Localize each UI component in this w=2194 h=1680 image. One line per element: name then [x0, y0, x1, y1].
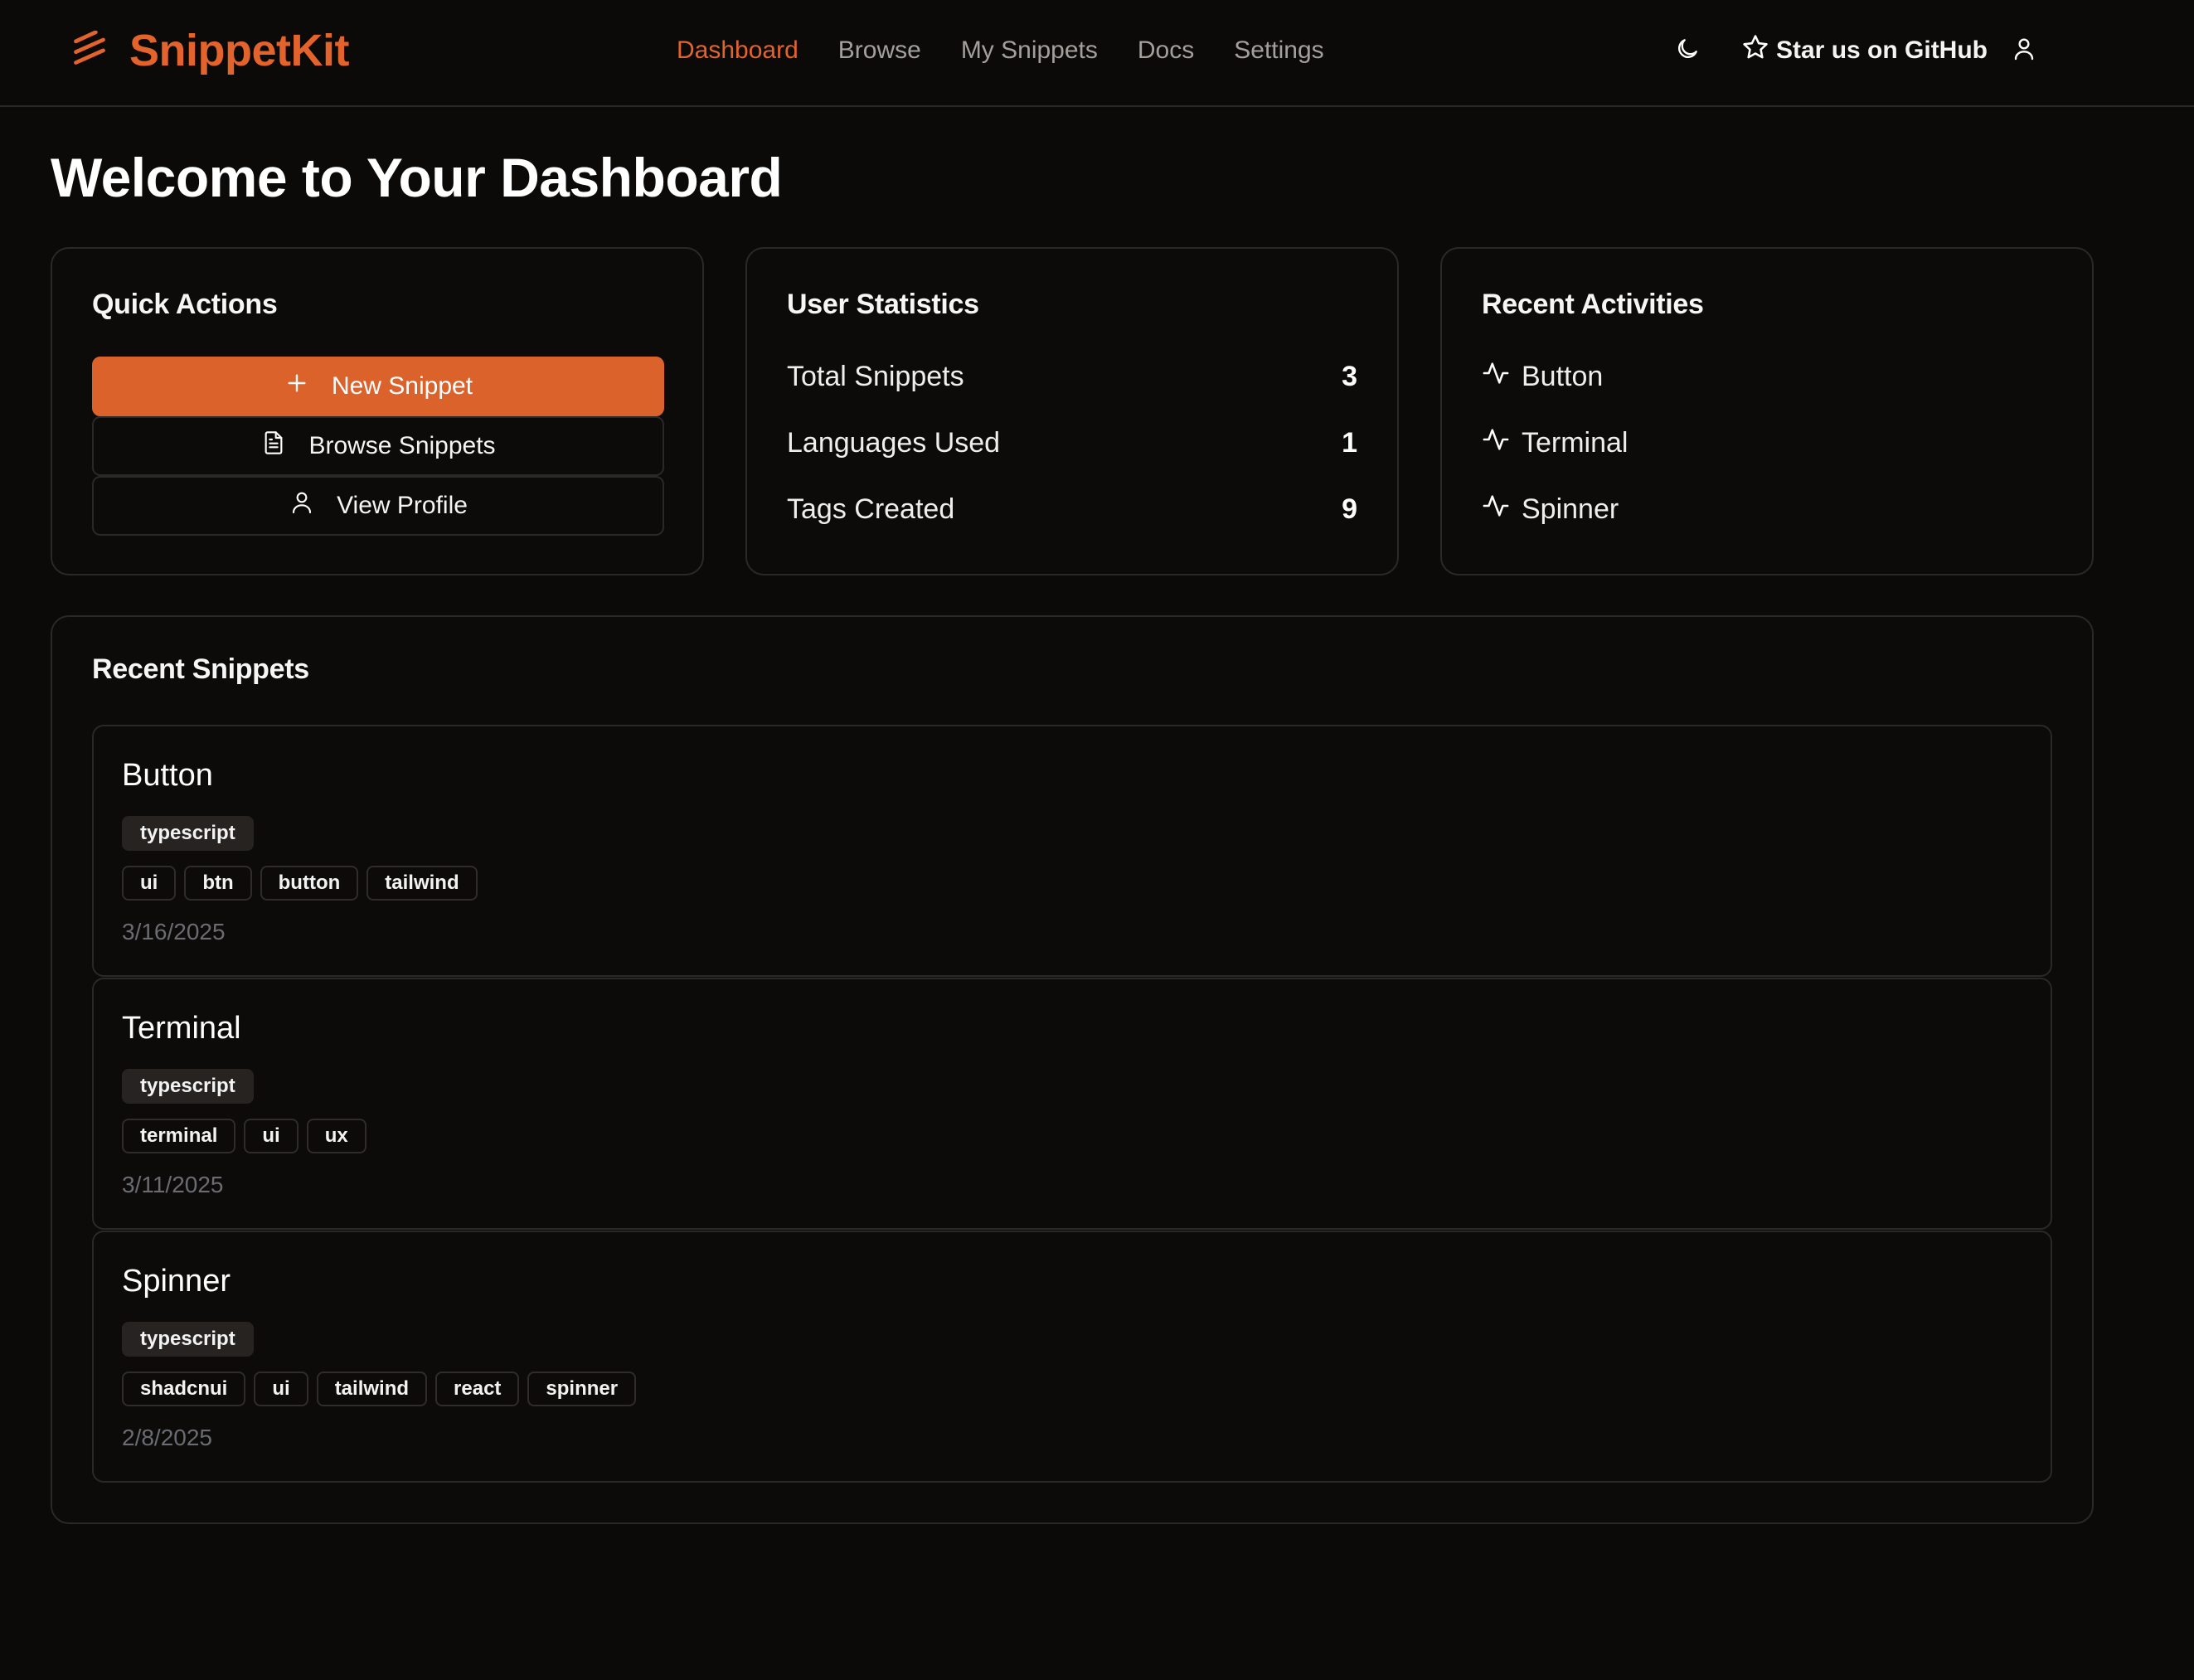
activity-pulse-icon [1482, 359, 1522, 395]
theme-toggle-button[interactable] [1667, 30, 1708, 71]
language-badge: typescript [122, 816, 254, 851]
recent-activities-title: Recent Activities [1482, 289, 1704, 320]
user-statistics-title: User Statistics [787, 289, 979, 320]
quick-actions-card: Quick Actions New Snippet Browse Snippet… [51, 247, 704, 575]
browse-snippets-label: Browse Snippets [308, 432, 496, 459]
tag[interactable]: ui [122, 866, 177, 901]
github-star-label: Star us on GitHub [1776, 36, 1988, 64]
github-star-button[interactable]: Star us on GitHub [1741, 30, 1988, 71]
tag[interactable]: button [260, 866, 359, 901]
snippet-title: Spinner [122, 1264, 231, 1299]
top-navbar: SnippetKit Dashboard Browse My Snippets … [0, 0, 2194, 107]
user-icon [289, 489, 337, 522]
snippet-card-spinner[interactable]: Spinner typescript shadcnui ui tailwind … [92, 1231, 2052, 1483]
main-nav: Dashboard Browse My Snippets Docs Settin… [677, 32, 1364, 70]
new-snippet-button[interactable]: New Snippet [92, 357, 664, 416]
recent-activities-card: Recent Activities Button Terminal Spinne… [1440, 247, 2094, 575]
layers-stripes-icon [71, 29, 108, 71]
activity-item[interactable]: Spinner [1482, 491, 1619, 527]
stat-total-snippets: Total Snippets 3 [787, 358, 1357, 395]
activity-label: Terminal [1522, 426, 1629, 459]
activity-item[interactable]: Button [1482, 358, 1603, 395]
language-badge: typescript [122, 1322, 254, 1357]
stat-label: Total Snippets [787, 360, 964, 392]
tag[interactable]: spinner [527, 1372, 637, 1406]
nav-docs[interactable]: Docs [1138, 36, 1194, 65]
snippet-date: 2/8/2025 [122, 1425, 212, 1450]
tag[interactable]: tailwind [316, 1372, 428, 1406]
file-text-icon [260, 430, 308, 463]
brand-name: SnippetKit [129, 26, 349, 75]
tag[interactable]: ui [244, 1119, 299, 1153]
page-title: Welcome to Your Dashboard [51, 147, 783, 208]
recent-snippets-title: Recent Snippets [92, 653, 309, 685]
user-icon [2011, 36, 2037, 66]
activity-item[interactable]: Terminal [1482, 425, 1628, 461]
brand-logo[interactable]: SnippetKit [71, 25, 349, 76]
language-badge: typescript [122, 1069, 254, 1104]
view-profile-button[interactable]: View Profile [92, 476, 664, 536]
snippet-date: 3/11/2025 [122, 1172, 224, 1197]
new-snippet-label: New Snippet [331, 372, 473, 400]
snippet-card-button[interactable]: Button typescript ui btn button tailwind… [92, 725, 2052, 977]
activity-label: Spinner [1522, 493, 1619, 525]
moon-icon [1674, 36, 1701, 66]
plus-icon [284, 370, 332, 403]
stat-value: 1 [1342, 426, 1357, 459]
stat-value: 3 [1342, 360, 1357, 392]
snippet-title: Terminal [122, 1011, 241, 1046]
stat-label: Tags Created [787, 493, 955, 525]
stat-tags-created: Tags Created 9 [787, 491, 1357, 527]
tag[interactable]: ui [254, 1372, 308, 1406]
tag[interactable]: ux [306, 1119, 366, 1153]
tag[interactable]: terminal [122, 1119, 236, 1153]
browse-snippets-button[interactable]: Browse Snippets [92, 416, 664, 476]
tag[interactable]: tailwind [366, 866, 478, 901]
view-profile-label: View Profile [337, 492, 468, 519]
snippet-title: Button [122, 758, 213, 793]
tag-list: shadcnui ui tailwind react spinner [122, 1372, 637, 1406]
quick-actions-title: Quick Actions [92, 289, 278, 320]
activity-pulse-icon [1482, 492, 1522, 527]
tag-list: terminal ui ux [122, 1119, 366, 1153]
recent-snippets-card: Recent Snippets Button typescript ui btn… [51, 615, 2094, 1524]
nav-browse[interactable]: Browse [838, 36, 921, 65]
tag[interactable]: btn [184, 866, 252, 901]
activity-pulse-icon [1482, 425, 1522, 461]
star-icon [1741, 33, 1776, 68]
stat-languages-used: Languages Used 1 [787, 425, 1357, 461]
user-menu-button[interactable] [2003, 30, 2045, 71]
stat-value: 9 [1342, 493, 1357, 525]
stat-label: Languages Used [787, 426, 1001, 459]
tag[interactable]: react [435, 1372, 520, 1406]
activity-label: Button [1522, 360, 1604, 392]
snippet-card-terminal[interactable]: Terminal typescript terminal ui ux 3/11/… [92, 978, 2052, 1230]
user-statistics-card: User Statistics Total Snippets 3 Languag… [745, 247, 1399, 575]
tag-list: ui btn button tailwind [122, 866, 478, 901]
nav-settings[interactable]: Settings [1234, 36, 1323, 65]
snippet-date: 3/16/2025 [122, 919, 226, 944]
nav-my-snippets[interactable]: My Snippets [961, 36, 1098, 65]
tag[interactable]: shadcnui [122, 1372, 246, 1406]
nav-dashboard[interactable]: Dashboard [677, 36, 798, 65]
